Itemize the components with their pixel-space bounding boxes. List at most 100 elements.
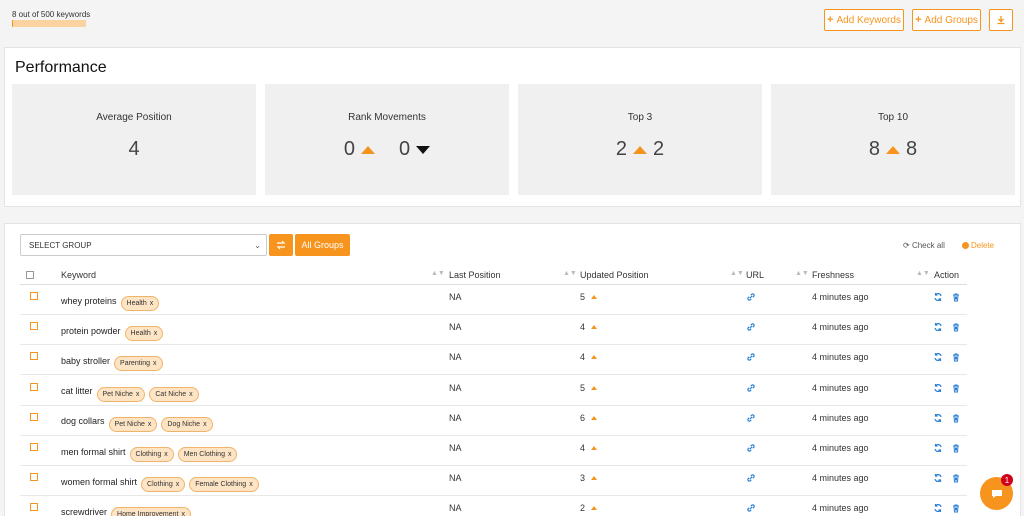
freshness-value: 4 minutes ago	[812, 443, 869, 453]
remove-tag-icon[interactable]: x	[150, 300, 154, 307]
check-all-label: Check all	[911, 241, 945, 250]
average-position-card: Average Position 4	[12, 84, 256, 195]
remove-tag-icon[interactable]: x	[176, 481, 180, 488]
trash-icon[interactable]	[951, 503, 961, 513]
refresh-icon[interactable]	[933, 413, 943, 423]
link-icon[interactable]	[746, 503, 756, 513]
add-keywords-button[interactable]: + Add Keywords	[824, 9, 904, 31]
column-header-freshness[interactable]: Freshness	[812, 270, 854, 280]
group-tag[interactable]: Health x	[124, 326, 164, 342]
link-icon[interactable]	[746, 292, 756, 302]
refresh-icon[interactable]	[933, 352, 943, 362]
refresh-icon[interactable]	[933, 503, 943, 513]
remove-tag-icon[interactable]: x	[136, 391, 140, 398]
group-tag[interactable]: Pet Niche x	[108, 416, 158, 432]
trash-icon[interactable]	[951, 352, 961, 362]
swap-group-button[interactable]	[269, 234, 293, 256]
updated-position-value: 5	[580, 382, 586, 393]
keyword-quota-fill	[12, 20, 14, 27]
performance-title: Performance	[15, 59, 107, 76]
row-checkbox[interactable]	[30, 503, 38, 512]
last-position-value: NA	[449, 473, 462, 484]
remove-tag-icon[interactable]: x	[153, 360, 157, 367]
refresh-icon[interactable]	[933, 322, 943, 332]
group-tag[interactable]: Pet Niche x	[96, 386, 146, 402]
column-header-keyword[interactable]: Keyword	[61, 270, 96, 280]
refresh-icon[interactable]	[933, 383, 943, 393]
remove-tag-icon[interactable]: x	[249, 481, 253, 488]
all-groups-button[interactable]: All Groups	[295, 234, 350, 256]
add-groups-button[interactable]: + Add Groups	[912, 9, 981, 31]
refresh-icon[interactable]	[933, 473, 943, 483]
remove-tag-icon[interactable]: x	[154, 330, 158, 337]
row-checkbox[interactable]	[30, 382, 38, 391]
group-tag[interactable]: Clothing x	[129, 447, 174, 462]
download-button[interactable]	[989, 9, 1013, 31]
remove-tag-icon[interactable]: x	[189, 391, 193, 398]
group-tag[interactable]: Clothing x	[141, 477, 186, 493]
updated-position-value: 4	[580, 352, 586, 363]
row-checkbox[interactable]	[30, 322, 38, 331]
link-icon[interactable]	[746, 443, 756, 453]
plus-icon: +	[915, 14, 922, 26]
group-tag-label: Cat Niche	[155, 390, 187, 398]
sort-icon[interactable]: ▲▼	[431, 270, 445, 277]
trash-icon[interactable]	[951, 443, 961, 453]
select-all-checkbox[interactable]	[26, 271, 34, 279]
trash-icon[interactable]	[951, 292, 961, 302]
group-select[interactable]: SELECT GROUP ⌄	[20, 234, 267, 256]
group-tag[interactable]: Dog Niche x	[161, 416, 213, 432]
group-select-value: SELECT GROUP	[29, 241, 92, 250]
refresh-icon[interactable]	[933, 443, 943, 453]
updated-position-value: 3	[580, 473, 586, 484]
row-checkbox[interactable]	[30, 412, 38, 421]
link-icon[interactable]	[746, 322, 756, 332]
remove-tag-icon[interactable]: x	[228, 451, 232, 458]
freshness-value: 4 minutes ago	[812, 412, 869, 423]
trash-icon[interactable]	[951, 322, 961, 332]
table-row: men formal shirt Clothing x Men Clothing x N…	[20, 436, 967, 466]
row-checkbox[interactable]	[30, 473, 38, 482]
table-row: dog collars Pet Niche x Dog Niche x NA 6 4 m…	[20, 406, 967, 436]
delete-button[interactable]: Delete	[962, 241, 994, 250]
keyword-text: women formal shirt	[61, 476, 138, 487]
trash-icon[interactable]	[951, 383, 961, 393]
sort-icon[interactable]: ▲▼	[795, 270, 809, 277]
sort-icon[interactable]: ▲▼	[563, 270, 577, 277]
arrow-up-icon	[591, 325, 598, 330]
last-position-value: NA	[449, 292, 462, 302]
link-icon[interactable]	[746, 383, 756, 393]
group-tag[interactable]: Female Clothing x	[189, 477, 259, 493]
link-icon[interactable]	[746, 413, 756, 423]
remove-tag-icon[interactable]: x	[181, 511, 185, 516]
keyword-cell: men formal shirt Clothing x Men Clothing x	[61, 441, 238, 462]
row-checkbox[interactable]	[30, 443, 38, 451]
column-header-last-position[interactable]: Last Position	[449, 270, 501, 280]
table-row: baby stroller Parenting x NA 4 4 minutes a…	[20, 345, 967, 376]
row-checkbox[interactable]	[30, 292, 38, 300]
group-tag[interactable]: Parenting x	[114, 356, 163, 372]
group-tag[interactable]: Men Clothing x	[177, 447, 238, 462]
refresh-icon[interactable]	[933, 292, 943, 302]
freshness-value: 4 minutes ago	[812, 292, 869, 302]
check-all-button[interactable]: ⟳ Check all	[903, 241, 945, 250]
group-tag[interactable]: Home Improvement x	[111, 507, 191, 516]
sort-icon[interactable]: ▲▼	[730, 270, 744, 277]
trash-icon[interactable]	[951, 413, 961, 423]
trash-icon[interactable]	[951, 473, 961, 483]
row-checkbox[interactable]	[30, 352, 38, 361]
group-tag[interactable]: Health x	[120, 296, 160, 311]
remove-tag-icon[interactable]: x	[148, 421, 152, 428]
sort-icon[interactable]: ▲▼	[916, 270, 930, 277]
column-header-updated-position[interactable]: Updated Position	[580, 270, 649, 280]
last-position-value: NA	[449, 382, 462, 393]
top10-card: Top 10 8 8	[771, 84, 1015, 195]
group-tag-label: Clothing	[135, 451, 162, 458]
remove-tag-icon[interactable]: x	[203, 421, 207, 428]
link-icon[interactable]	[746, 352, 756, 362]
keyword-cell: screwdriver Home Improvement x	[61, 501, 191, 516]
column-header-url[interactable]: URL	[746, 270, 764, 280]
group-tag[interactable]: Cat Niche x	[149, 386, 199, 402]
link-icon[interactable]	[746, 473, 756, 483]
remove-tag-icon[interactable]: x	[164, 451, 168, 458]
